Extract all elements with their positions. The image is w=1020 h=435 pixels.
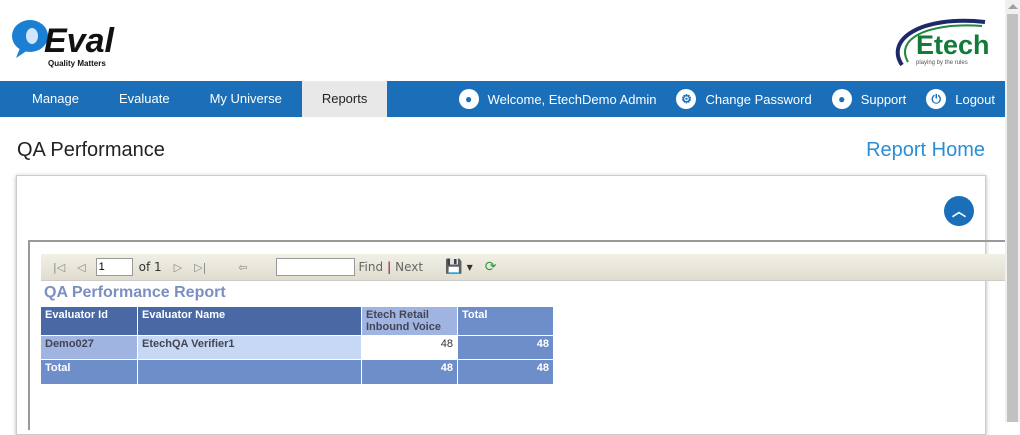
main-nav: Manage Evaluate My Universe Reports ● Wel… <box>0 81 1005 117</box>
cell-evaluator-name: EtechQA Verifier1 <box>137 335 362 360</box>
header-campaign: Etech Retail Inbound Voice <box>361 306 458 336</box>
header-total: Total <box>457 306 554 336</box>
next-page-icon[interactable]: ▷ <box>174 261 182 274</box>
refresh-icon[interactable]: ⟳ <box>485 259 497 275</box>
change-password-link[interactable]: ⚙ Change Password <box>676 89 812 109</box>
collapse-button[interactable]: ︿ <box>944 196 974 226</box>
page-count: of 1 <box>138 260 162 274</box>
back-icon[interactable]: ⇦ <box>238 261 247 274</box>
support-label: Support <box>860 91 907 107</box>
scroll-up-icon[interactable] <box>1008 4 1018 9</box>
header-evaluator-name: Evaluator Name <box>137 306 362 336</box>
svg-text:playing by the rules: playing by the rules <box>916 60 968 66</box>
export-dropdown-icon[interactable]: ▼ <box>467 263 473 272</box>
report-home-link[interactable]: Report Home <box>866 139 985 162</box>
cell-total-value: 48 <box>457 335 554 360</box>
support-link[interactable]: ● Support <box>831 89 907 109</box>
svg-text:Etech: Etech <box>916 30 990 60</box>
gear-icon: ⚙ <box>676 89 697 109</box>
total-grand: 48 <box>457 359 554 385</box>
report-toolbar: |◁ ◁ of 1 ▷ ▷| ⇦ Find | Next 💾 ▼ ⟳ <box>41 254 1005 281</box>
page-scrollbar[interactable] <box>1005 0 1020 422</box>
prev-page-icon[interactable]: ◁ <box>77 261 85 274</box>
cell-evaluator-id: Demo027 <box>40 335 138 360</box>
report-title: QA Performance Report <box>44 284 226 301</box>
table-row: Demo027 EtechQA Verifier1 48 48 <box>40 335 554 360</box>
next-link[interactable]: Next <box>395 260 423 274</box>
chevron-up-icon: ︿ <box>952 203 966 219</box>
header-evaluator-id: Evaluator Id <box>40 306 138 336</box>
power-icon: ⏻ <box>926 89 947 109</box>
welcome-user[interactable]: ● Welcome, EtechDemo Admin <box>458 89 657 109</box>
total-campaign: 48 <box>361 359 458 385</box>
page-title: QA Performance <box>17 139 165 161</box>
etech-logo: Etech playing by the rules <box>895 18 990 67</box>
find-input[interactable] <box>275 258 355 276</box>
nav-manage[interactable]: Manage <box>0 81 99 117</box>
report-table: Evaluator Id Evaluator Name Etech Retail… <box>40 306 554 385</box>
qeval-logo: Eval Quality Matters <box>12 20 115 68</box>
nav-my-universe[interactable]: My Universe <box>190 81 302 117</box>
total-empty <box>137 359 362 385</box>
total-label: Total <box>40 359 138 385</box>
table-header-row: Evaluator Id Evaluator Name Etech Retail… <box>40 306 554 336</box>
last-page-icon[interactable]: ▷| <box>194 261 206 274</box>
export-icon[interactable]: 💾 <box>445 259 462 275</box>
nav-evaluate[interactable]: Evaluate <box>99 81 190 117</box>
svg-text:Eval: Eval <box>44 22 115 60</box>
user-icon: ● <box>458 89 479 109</box>
logout-link[interactable]: ⏻ Logout <box>926 89 995 109</box>
svg-text:Quality Matters: Quality Matters <box>48 59 106 68</box>
find-link[interactable]: Find <box>359 260 384 274</box>
welcome-label: Welcome, EtechDemo Admin <box>487 91 657 107</box>
change-password-label: Change Password <box>705 91 812 107</box>
nav-reports[interactable]: Reports <box>301 81 388 117</box>
first-page-icon[interactable]: |◁ <box>53 261 65 274</box>
find-separator: | <box>387 260 392 274</box>
cell-campaign-value: 48 <box>361 335 458 360</box>
logout-label: Logout <box>955 91 995 107</box>
page-number-input[interactable] <box>95 258 133 276</box>
user-icon: ● <box>831 89 852 109</box>
scroll-thumb[interactable] <box>1007 14 1018 422</box>
table-total-row: Total 48 48 <box>40 359 554 385</box>
